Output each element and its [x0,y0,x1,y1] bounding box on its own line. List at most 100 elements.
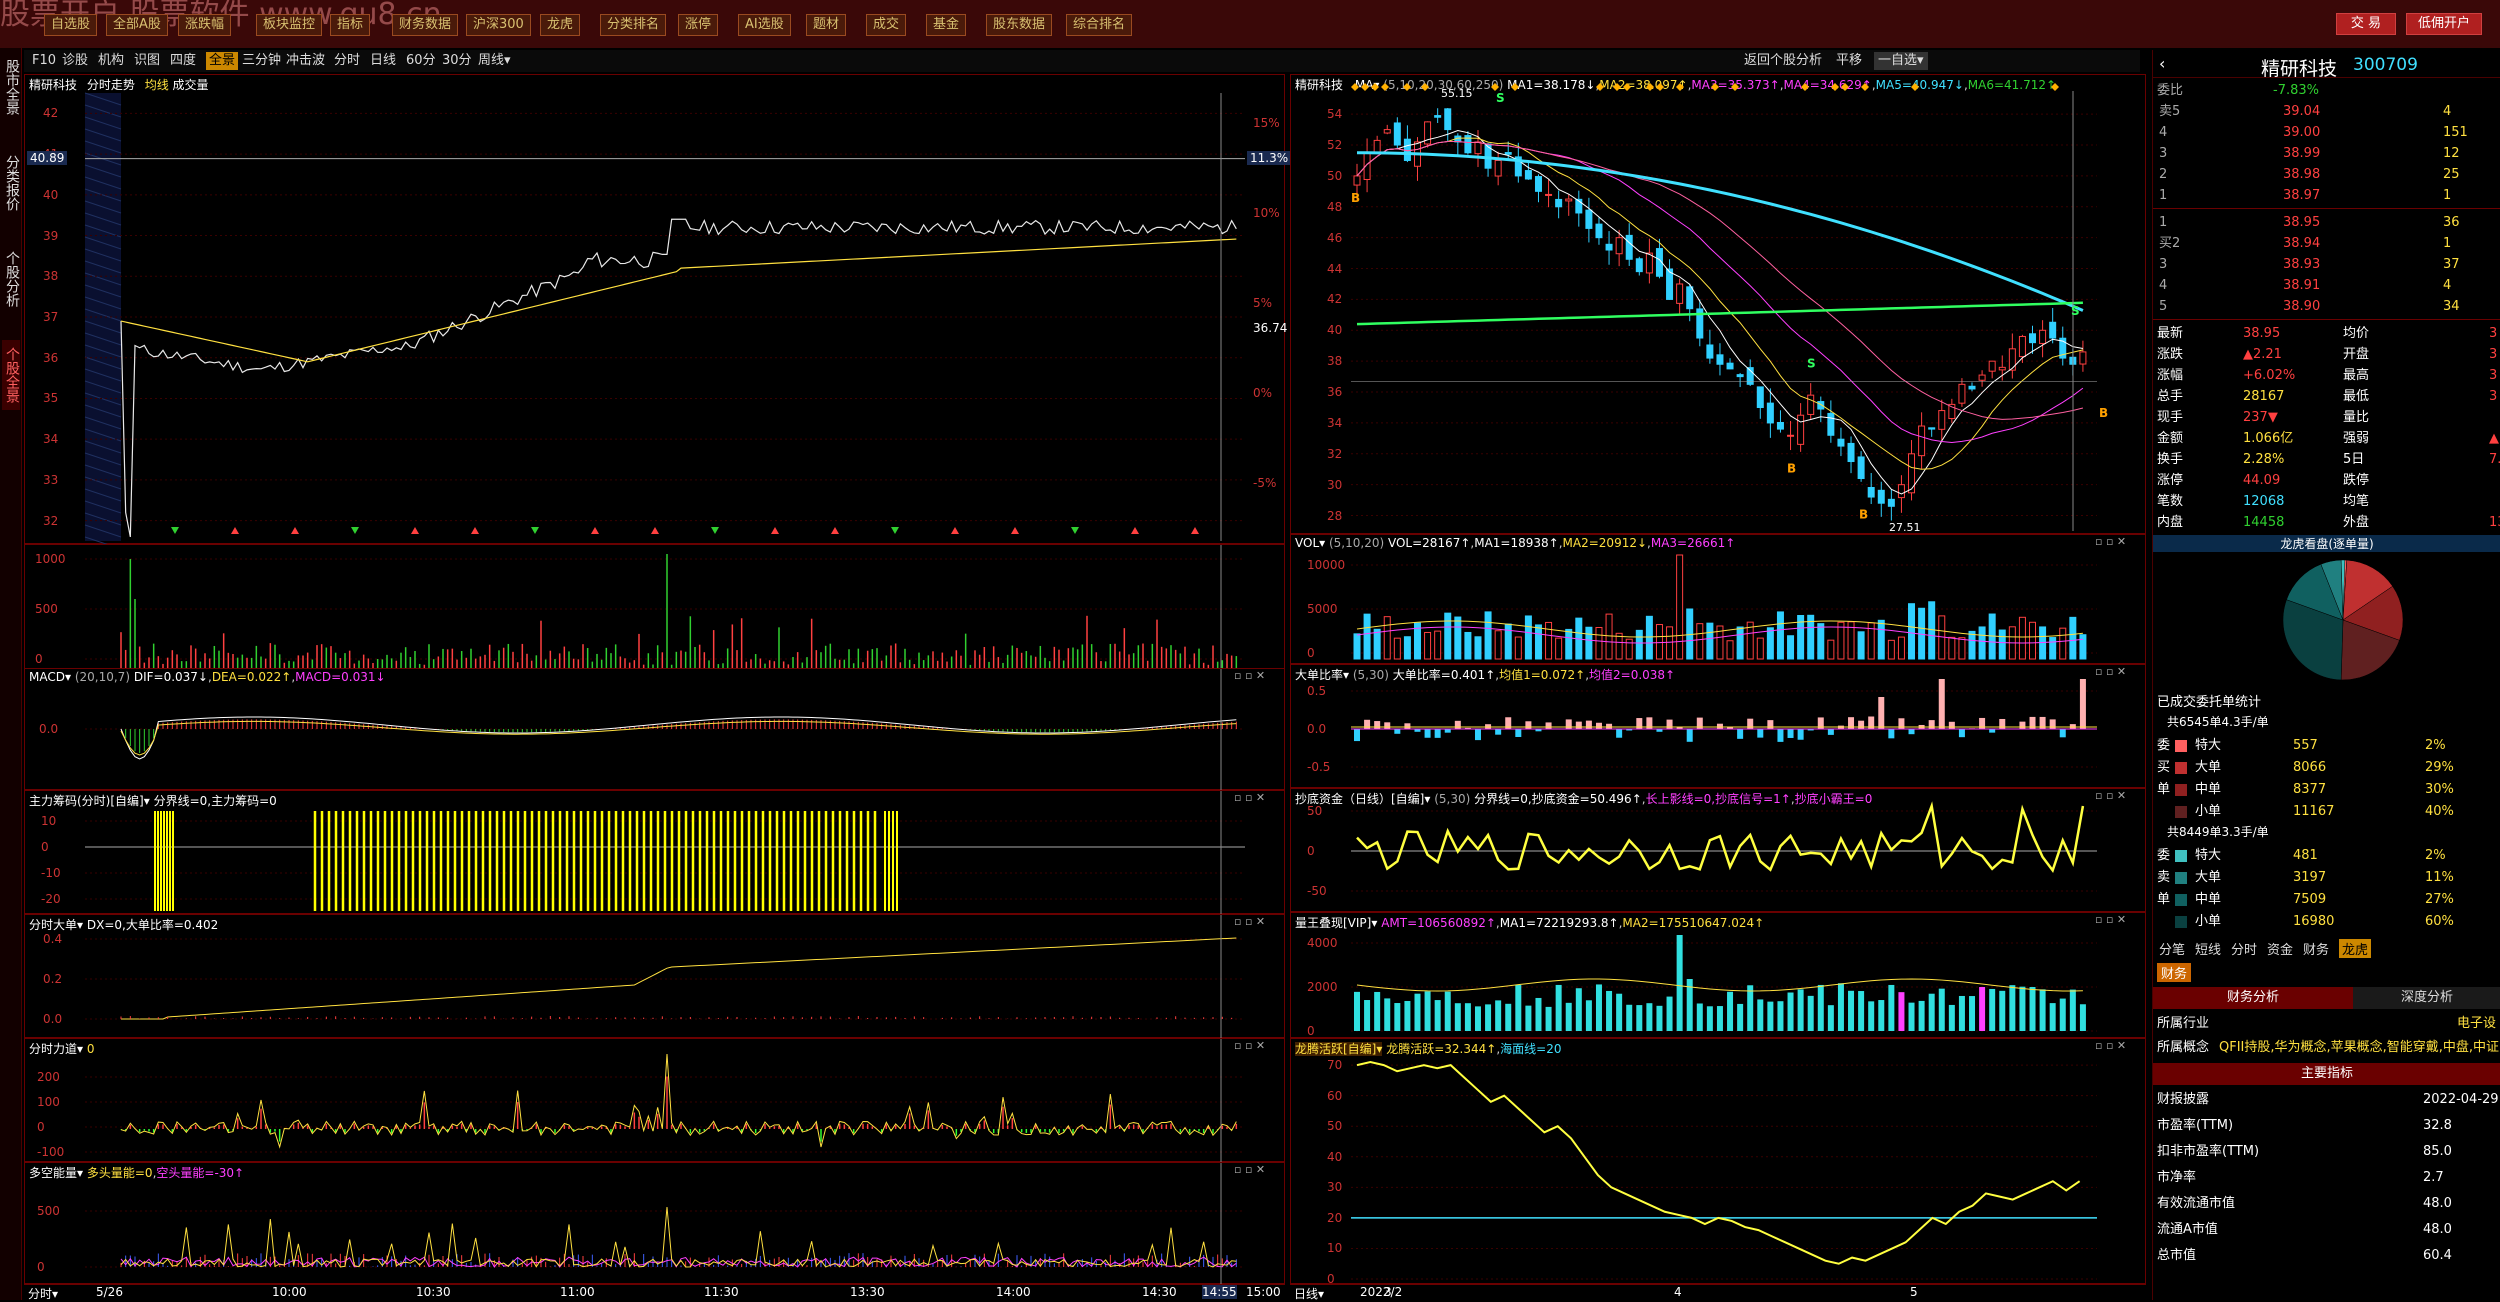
subtab-12[interactable]: 周线▾ [478,52,511,70]
subtool-right-0[interactable]: 返回个股分析 [1744,52,1822,70]
subtab-4[interactable]: 四度 [170,52,196,70]
toolbar-button-3[interactable]: 板块监控 [256,14,322,36]
candle-body [1878,490,1884,503]
intraday-volume-svg [25,545,1284,685]
panel-window-controls-icon[interactable]: ▫ ▫ ✕ [2095,665,2126,678]
panel-window-controls-icon[interactable]: ▫ ▫ ✕ [1234,669,1265,682]
quote-tab-3[interactable]: 资金 [2267,939,2293,958]
kline-price-tick: 36 [1327,385,1342,399]
kline-price-tick: 50 [1327,169,1342,183]
buy-level: 买2 [2159,233,2180,254]
subtab-1[interactable]: 诊股 [62,52,88,70]
signal-triangle [291,527,299,534]
kvol-bar [1354,634,1360,659]
subtab-0[interactable]: F10 [32,52,56,70]
kbigratio-bar [1858,721,1864,729]
quote-tab-0[interactable]: 分笔 [2159,939,2185,958]
dif-line [121,717,1236,759]
toolbar-button-9[interactable]: 涨停 [678,14,718,36]
finance-analysis-tab[interactable]: 财务分析 [2153,987,2353,1009]
quote-tab-1[interactable]: 短线 [2195,939,2221,958]
toolbar-button-0[interactable]: 自选股 [44,14,97,36]
back-chevron-icon[interactable]: ‹ [2159,54,2165,73]
quote-row: 财报披露2022-04-29 [2153,1089,2500,1110]
panel-window-controls-icon[interactable]: ▫ ▫ ✕ [2095,789,2126,802]
sell-pct: 27% [2425,889,2454,910]
signal-diamond [1841,83,1849,91]
trade-button[interactable]: 交 易 [2336,13,2396,35]
buy-pct: 30% [2425,779,2454,800]
kvol-bar [1384,617,1390,659]
sidebar-tab-stock-panorama[interactable]: 个股全景 [2,340,20,410]
subtool-right-1[interactable]: 平移 [1836,52,1862,70]
panel-window-controls-icon[interactable]: ▫ ▫ ✕ [1234,1039,1265,1052]
panel-window-controls-icon[interactable]: ▫ ▫ ✕ [2095,535,2126,548]
subtab-9[interactable]: 日线 [370,52,396,70]
kking-bar [1475,1006,1481,1031]
toolbar-button-7[interactable]: 龙虎 [540,14,580,36]
kvol-bar [1656,625,1662,659]
panel-window-controls-icon[interactable]: ▫ ▫ ✕ [1234,915,1265,928]
toolbar-button-5[interactable]: 财务数据 [392,14,458,36]
dea-line [121,721,1236,755]
deep-analysis-tab[interactable]: 深度分析 [2353,987,2500,1009]
toolbar-button-2[interactable]: 涨跌幅 [178,14,231,36]
toolbar-button-14[interactable]: 股东数据 [986,14,1052,36]
kvol-bar [1465,632,1471,659]
panel-window-controls-icon[interactable]: ▫ ▫ ✕ [2095,1039,2126,1052]
subtab-8[interactable]: 分时 [334,52,360,70]
main-force-svg [25,791,1284,913]
intraday-chart-panel: 精研科技 分时走势 均线 成交量 42414039383736353433321… [24,74,1285,544]
stat-value2: 3 [2489,386,2497,407]
toolbar-button-6[interactable]: 沪深300 [466,14,531,36]
concept-label: 所属概念 [2157,1037,2209,1058]
sidebar-tab-category-quote[interactable]: 分类报价 [2,148,20,218]
signal-triangle [771,527,779,534]
candle-body [1959,384,1965,403]
toolbar-button-11[interactable]: 题材 [806,14,846,36]
kking-bar [1566,1003,1572,1031]
subtool-right-2[interactable]: 一自选▾ [1874,52,1928,70]
subtab-10[interactable]: 60分 [406,52,436,70]
sidebar-tab-stock-analysis[interactable]: 个股分析 [2,244,20,314]
subtab-2[interactable]: 机构 [98,52,124,70]
quote-tab-4[interactable]: 财务 [2303,939,2329,958]
toolbar-button-1[interactable]: 全部A股 [106,14,168,36]
pct-tick: 10% [1253,206,1280,220]
kline-price-tick: 34 [1327,416,1342,430]
quote-tab-5[interactable]: 龙虎 [2339,939,2371,958]
quote-row: 338.9337 [2153,254,2500,275]
kline-price-tick: 48 [1327,200,1342,214]
kking-bar [1919,1001,1925,1031]
buy-price: 38.94 [2283,233,2320,254]
panel-window-controls-icon[interactable]: ▫ ▫ ✕ [1234,791,1265,804]
quote-tab-2[interactable]: 分时 [2231,939,2257,958]
panel-window-controls-icon[interactable]: ▫ ▫ ✕ [1234,1163,1265,1176]
intraday-period-switch[interactable]: 分时▾ [28,1285,58,1302]
open-account-button[interactable]: 低佣开户 [2406,13,2482,35]
kking-bar [1909,1003,1915,1031]
subtab-7[interactable]: 冲击波 [286,52,325,70]
buy-count: 8066 [2293,757,2326,778]
toolbar-button-13[interactable]: 基金 [926,14,966,36]
finance-tab[interactable]: 财务 [2157,963,2191,982]
subtab-6[interactable]: 三分钟 [242,52,281,70]
stat-label: 金额 [2157,428,2183,449]
candle-body [1505,153,1511,155]
toolbar-button-12[interactable]: 成交 [866,14,906,36]
panel-window-controls-icon[interactable]: ▫ ▫ ✕ [2095,913,2126,926]
toolbar-button-8[interactable]: 分类排名 [600,14,666,36]
kking-bar [1445,992,1451,1031]
toolbar-button-4[interactable]: 指标 [330,14,370,36]
subtab-3[interactable]: 识图 [134,52,160,70]
top-toolbar: 股票开户 股票软件 www.gu8.cn 自选股全部A股涨跌幅板块监控指标财务数… [0,0,2500,48]
kline-period-switch[interactable]: 日线▾ [1294,1285,1324,1302]
kdragon-tick: 60 [1327,1089,1342,1103]
sidebar-tab-market-overview[interactable]: 股市全景 [2,52,20,122]
toolbar-button-15[interactable]: 综合排名 [1066,14,1132,36]
subtab-5[interactable]: 全景 [206,52,238,70]
toolbar-button-10[interactable]: AI选股 [738,14,791,36]
macd-zero-tick: 0.0 [39,722,58,736]
subtab-11[interactable]: 30分 [442,52,472,70]
sell-side-label: 单 [2157,889,2170,910]
